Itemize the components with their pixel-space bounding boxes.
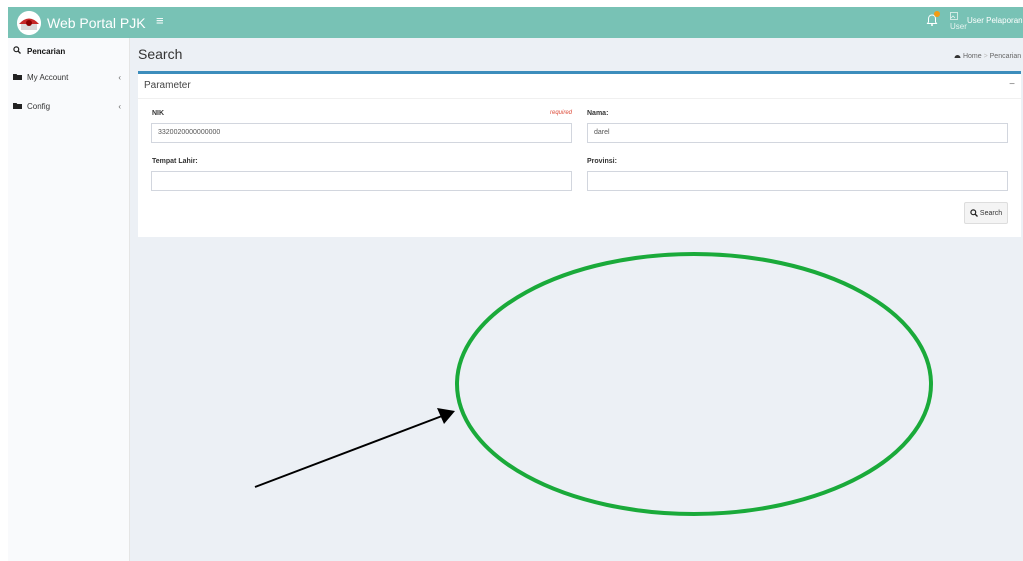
annotation-arrow-shaft: [254, 415, 443, 488]
annotation-overlay: [254, 252, 933, 516]
annotation-ellipse: [455, 252, 933, 516]
